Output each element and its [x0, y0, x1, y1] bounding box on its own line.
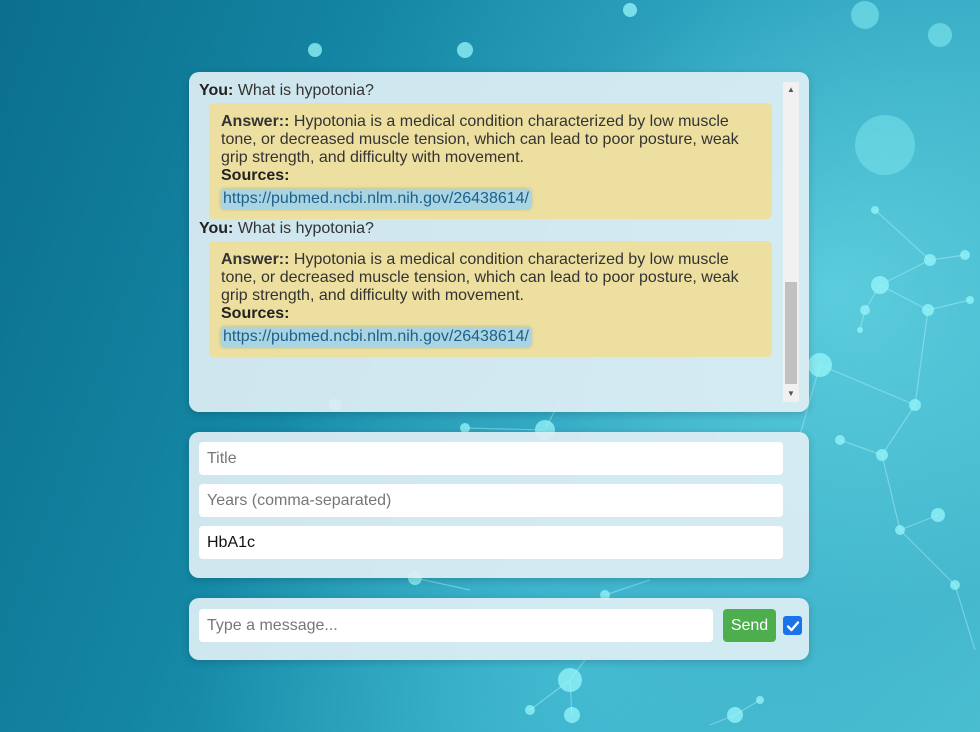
user-question: What is hypotonia? [237, 220, 374, 237]
search-filters-panel [189, 432, 809, 578]
source-link[interactable]: https://pubmed.ncbi.nlm.nih.gov/26438614… [221, 189, 531, 209]
sources-checkbox[interactable] [783, 616, 802, 635]
message-list[interactable]: You: What is hypotonia? Answer:: Hypoton… [199, 82, 782, 402]
answer-text: Hypotonia is a medical condition charact… [221, 251, 739, 304]
title-input[interactable] [199, 442, 783, 475]
chat-panel: You: What is hypotonia? Answer:: Hypoton… [189, 72, 809, 412]
keyword-input[interactable] [199, 526, 783, 559]
chat-scrollbar[interactable]: ▲ ▼ [783, 82, 799, 402]
you-label: You: [199, 220, 234, 237]
answer-text: Hypotonia is a medical condition charact… [221, 113, 739, 166]
check-icon [786, 620, 799, 631]
answer-bubble: Answer:: Hypotonia is a medical conditio… [209, 103, 772, 219]
user-question: What is hypotonia? [237, 82, 374, 99]
sources-label: Sources: [221, 305, 290, 322]
message-composer: Send [189, 598, 809, 660]
answer-label: Answer:: [221, 251, 290, 268]
scrollbar-thumb[interactable] [785, 282, 797, 384]
you-label: You: [199, 82, 234, 99]
sources-label: Sources: [221, 167, 290, 184]
user-message: You: What is hypotonia? [199, 82, 782, 103]
triangle-down-icon[interactable]: ▼ [783, 386, 799, 402]
message-input[interactable] [199, 609, 713, 642]
triangle-up-icon[interactable]: ▲ [783, 82, 799, 98]
answer-bubble: Answer:: Hypotonia is a medical conditio… [209, 241, 772, 357]
send-button[interactable]: Send [723, 609, 776, 642]
years-input[interactable] [199, 484, 783, 517]
answer-label: Answer:: [221, 113, 290, 130]
user-message: You: What is hypotonia? [199, 220, 782, 241]
source-link[interactable]: https://pubmed.ncbi.nlm.nih.gov/26438614… [221, 327, 531, 347]
